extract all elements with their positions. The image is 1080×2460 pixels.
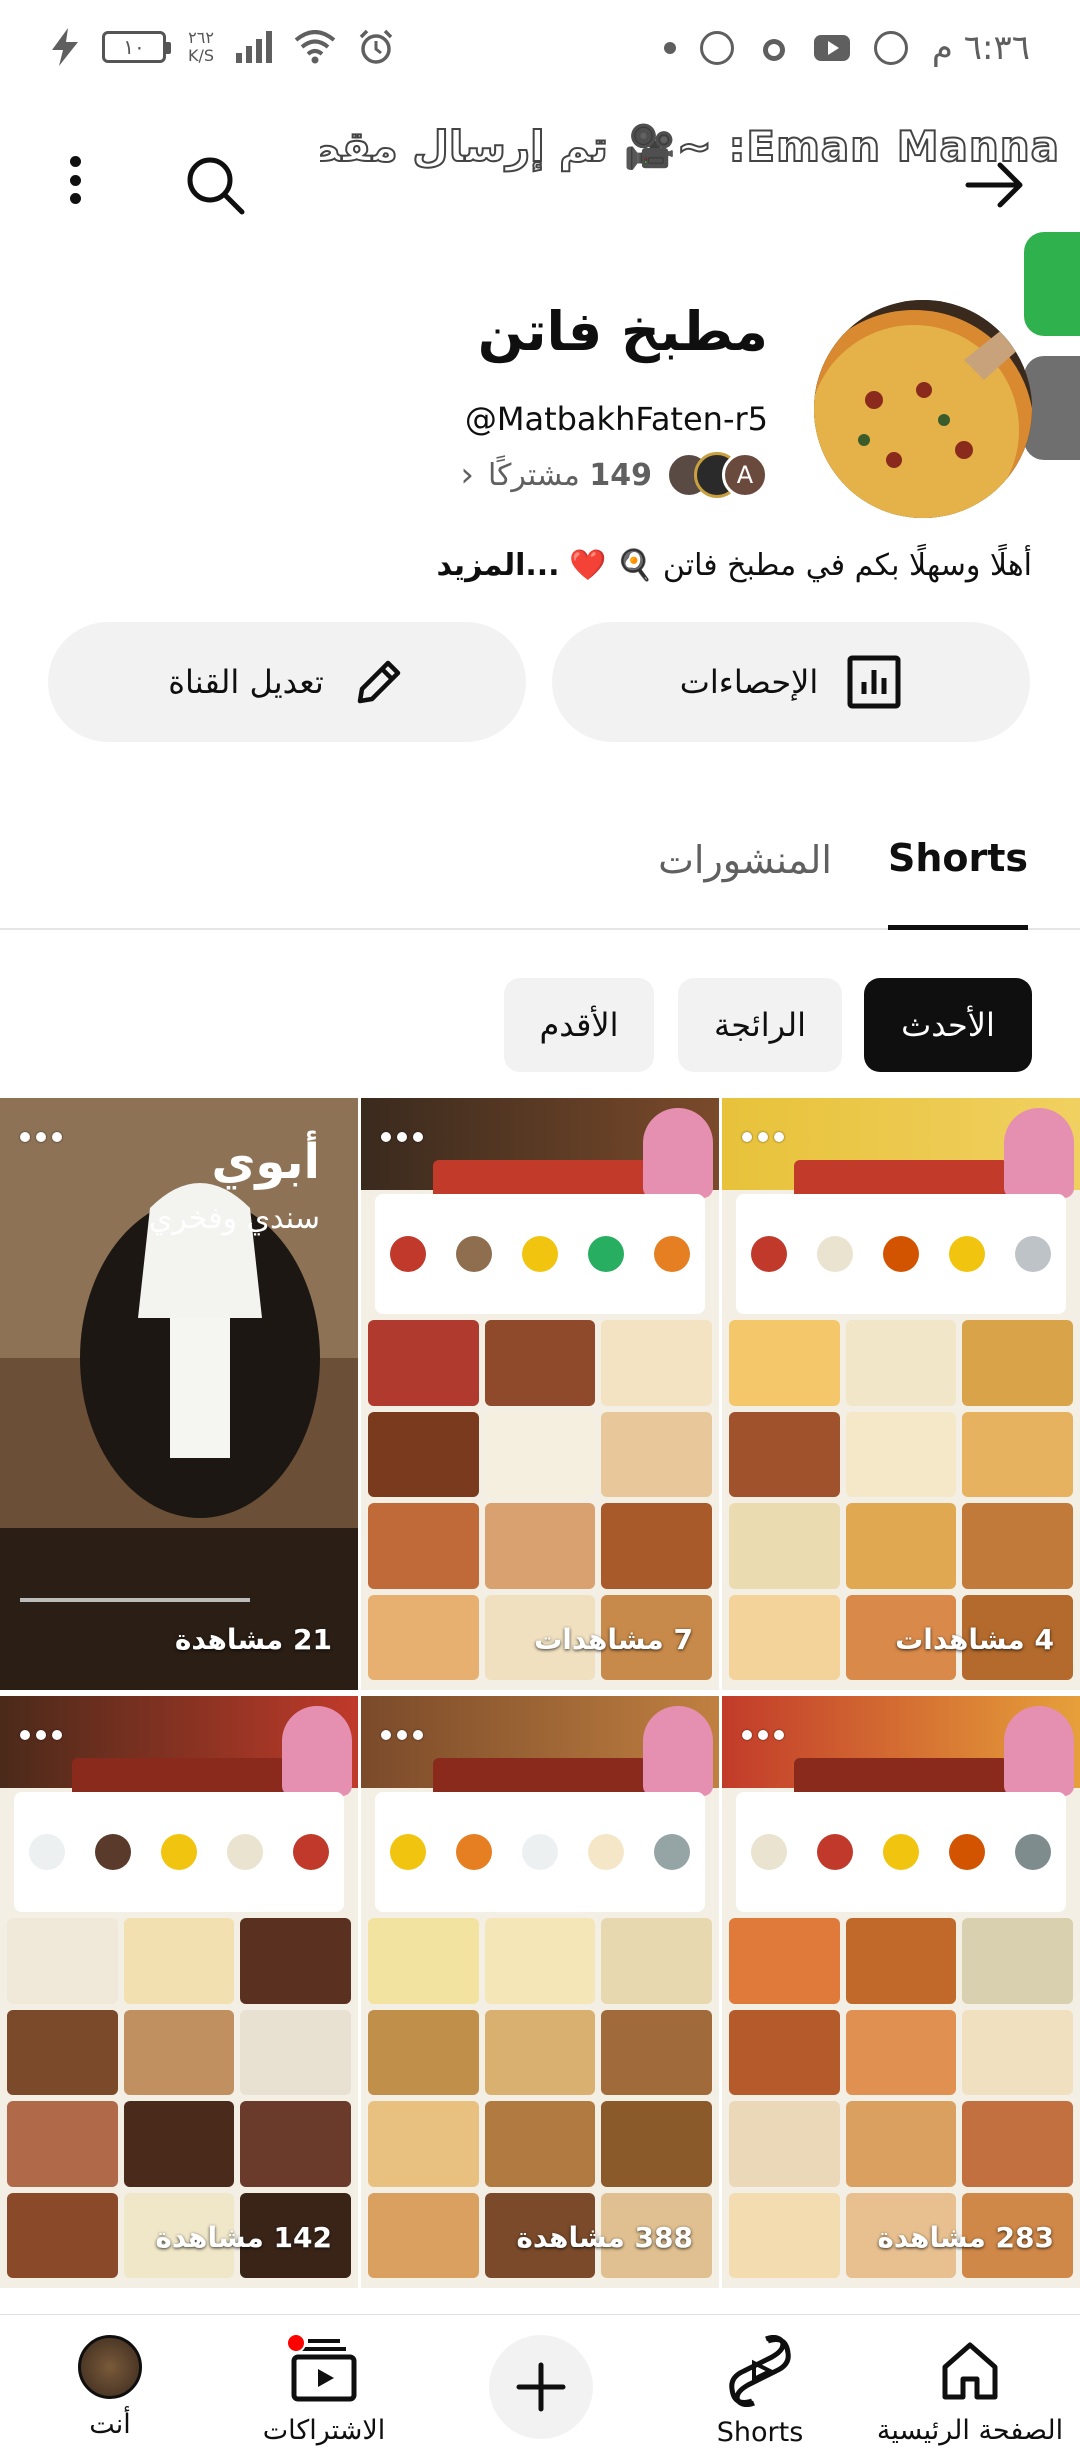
short-card[interactable]: 7 مشاهدات [361, 1098, 719, 1690]
more-options-button[interactable] [55, 150, 95, 210]
channel-avatar[interactable] [814, 300, 1032, 518]
subscribers-row[interactable]: A 149 مشتركًا ‹ [460, 452, 768, 498]
floating-bubble-green[interactable] [1024, 232, 1080, 336]
analytics-label: الإحصاءات [679, 663, 819, 701]
shorts-grid: 4 مشاهدات 7 مشاهدات أبوي سندي وفخري 21 م… [0, 1098, 1080, 2328]
nav-home[interactable]: الصفحة الرئيسية [870, 2315, 1070, 2460]
notification-banner-text[interactable]: Eman Manna: ~🎥 تم إرسال مقطع فيديو [320, 122, 1060, 182]
channel-description[interactable]: أهلًا وسهلًا بكم في مطبخ فاتن 🍳 ❤️ ...ال… [436, 548, 1032, 583]
chip-popular[interactable]: الرائجة [678, 978, 842, 1072]
edit-channel-button[interactable]: تعديل القناة [48, 622, 526, 742]
short-options-icon[interactable] [381, 1132, 423, 1142]
imo-icon [699, 31, 734, 65]
you-avatar [78, 2335, 142, 2399]
subscriber-avatar-letter: A [722, 452, 768, 498]
nav-create[interactable] [486, 2315, 596, 2460]
alarm-icon [359, 29, 393, 64]
short-card[interactable]: 283 مشاهدة [722, 1696, 1080, 2288]
wifi-icon [294, 30, 336, 64]
channel-name: مطبخ فاتن [477, 300, 768, 363]
status-bar: ١٠ ٢٦٢ K/S ٦:٣٦ م [0, 0, 1080, 110]
analytics-icon [847, 655, 901, 709]
short-card[interactable]: 142 مشاهدة [0, 1696, 358, 2288]
bottom-navigation: الصفحة الرئيسية Shorts الاشتراكات أنت [0, 2314, 1080, 2460]
battery-icon: ١٠ [102, 31, 171, 63]
tab-shorts[interactable]: Shorts [888, 790, 1028, 930]
signal-icon [236, 31, 273, 63]
description-text: أهلًا وسهلًا بكم في مطبخ فاتن 🍳 ❤️ [569, 548, 1032, 583]
net-speed-unit: K/S [188, 46, 215, 65]
search-button[interactable] [180, 150, 250, 220]
net-speed-value: ٢٦٢ [188, 28, 214, 47]
nav-shorts[interactable]: Shorts [680, 2315, 840, 2460]
short-views: 4 مشاهدات [895, 1623, 1054, 1656]
channel-handle: @MatbakhFaten-r5 [464, 400, 768, 438]
plus-icon [516, 2362, 566, 2412]
tab-posts[interactable]: المنشورات [658, 790, 832, 930]
short-thumbnail-father: أبوي سندي وفخري [0, 1098, 358, 1690]
short-options-icon[interactable] [20, 1730, 62, 1740]
nav-you[interactable]: أنت [50, 2315, 170, 2460]
description-more-link[interactable]: ...المزيد [436, 548, 559, 583]
short-views: 388 مشاهدة [516, 2221, 693, 2254]
battery-level: ١٠ [123, 35, 145, 59]
channel-tabs: Shorts المنشورات [0, 790, 1080, 930]
short-options-icon[interactable] [742, 1132, 784, 1142]
svg-text:أبوي: أبوي [211, 1130, 320, 1190]
home-icon [942, 2342, 998, 2400]
short-options-icon[interactable] [742, 1730, 784, 1740]
subscriber-avatars: A [666, 452, 768, 498]
whatsapp-icon [873, 31, 908, 65]
status-right: ٦:٣٦ م [663, 28, 1030, 68]
notification-dot-icon [663, 42, 676, 54]
short-card[interactable]: 4 مشاهدات [722, 1098, 1080, 1690]
short-views: 283 مشاهدة [877, 2221, 1054, 2254]
youtube-icon [813, 35, 850, 61]
shorts-icon [729, 2335, 791, 2407]
subscriber-count-value: 149 [589, 457, 652, 493]
nav-subscriptions[interactable]: الاشتراكات [244, 2315, 404, 2460]
short-options-icon[interactable] [381, 1730, 423, 1740]
pizza-image [814, 300, 1032, 518]
chip-oldest[interactable]: الأقدم [504, 978, 654, 1072]
short-card[interactable]: أبوي سندي وفخري 21 مشاهدة [0, 1098, 358, 1690]
pencil-icon [357, 660, 400, 704]
analytics-button[interactable]: الإحصاءات [552, 622, 1030, 742]
create-button[interactable] [489, 2335, 593, 2439]
short-card[interactable]: 388 مشاهدة [361, 1696, 719, 2288]
short-views: 7 مشاهدات [534, 1623, 693, 1656]
net-speed: ٢٦٢ K/S [188, 29, 214, 65]
subscriptions-badge-dot [286, 2333, 306, 2353]
floating-bubble-gray[interactable] [1024, 356, 1080, 460]
app-header: Eman Manna: ~🎥 تم إرسال مقطع فيديو [0, 110, 1080, 250]
clock: ٦:٣٦ م [931, 28, 1030, 68]
status-left: ١٠ ٢٦٢ K/S [50, 28, 394, 66]
subscriber-count: 149 مشتركًا [488, 458, 652, 493]
nav-home-label: الصفحة الرئيسية [876, 2415, 1064, 2446]
alarm-small-icon [762, 39, 785, 61]
nav-you-label: أنت [89, 2409, 131, 2440]
nav-subscriptions-label: الاشتراكات [262, 2415, 386, 2446]
svg-text:سندي وفخري: سندي وفخري [149, 1201, 320, 1236]
chevron-left-icon: ‹ [460, 455, 474, 495]
chip-newest[interactable]: الأحدث [864, 978, 1032, 1072]
short-views: 142 مشاهدة [155, 2221, 332, 2254]
short-options-icon[interactable] [20, 1132, 62, 1142]
subscriber-label: مشتركًا [487, 457, 580, 493]
back-arrow-icon[interactable] [960, 150, 1030, 220]
short-views: 21 مشاهدة [174, 1623, 332, 1656]
charging-bolt-icon [52, 28, 78, 66]
edit-channel-label: تعديل القناة [168, 663, 324, 701]
nav-shorts-label: Shorts [716, 2417, 804, 2448]
